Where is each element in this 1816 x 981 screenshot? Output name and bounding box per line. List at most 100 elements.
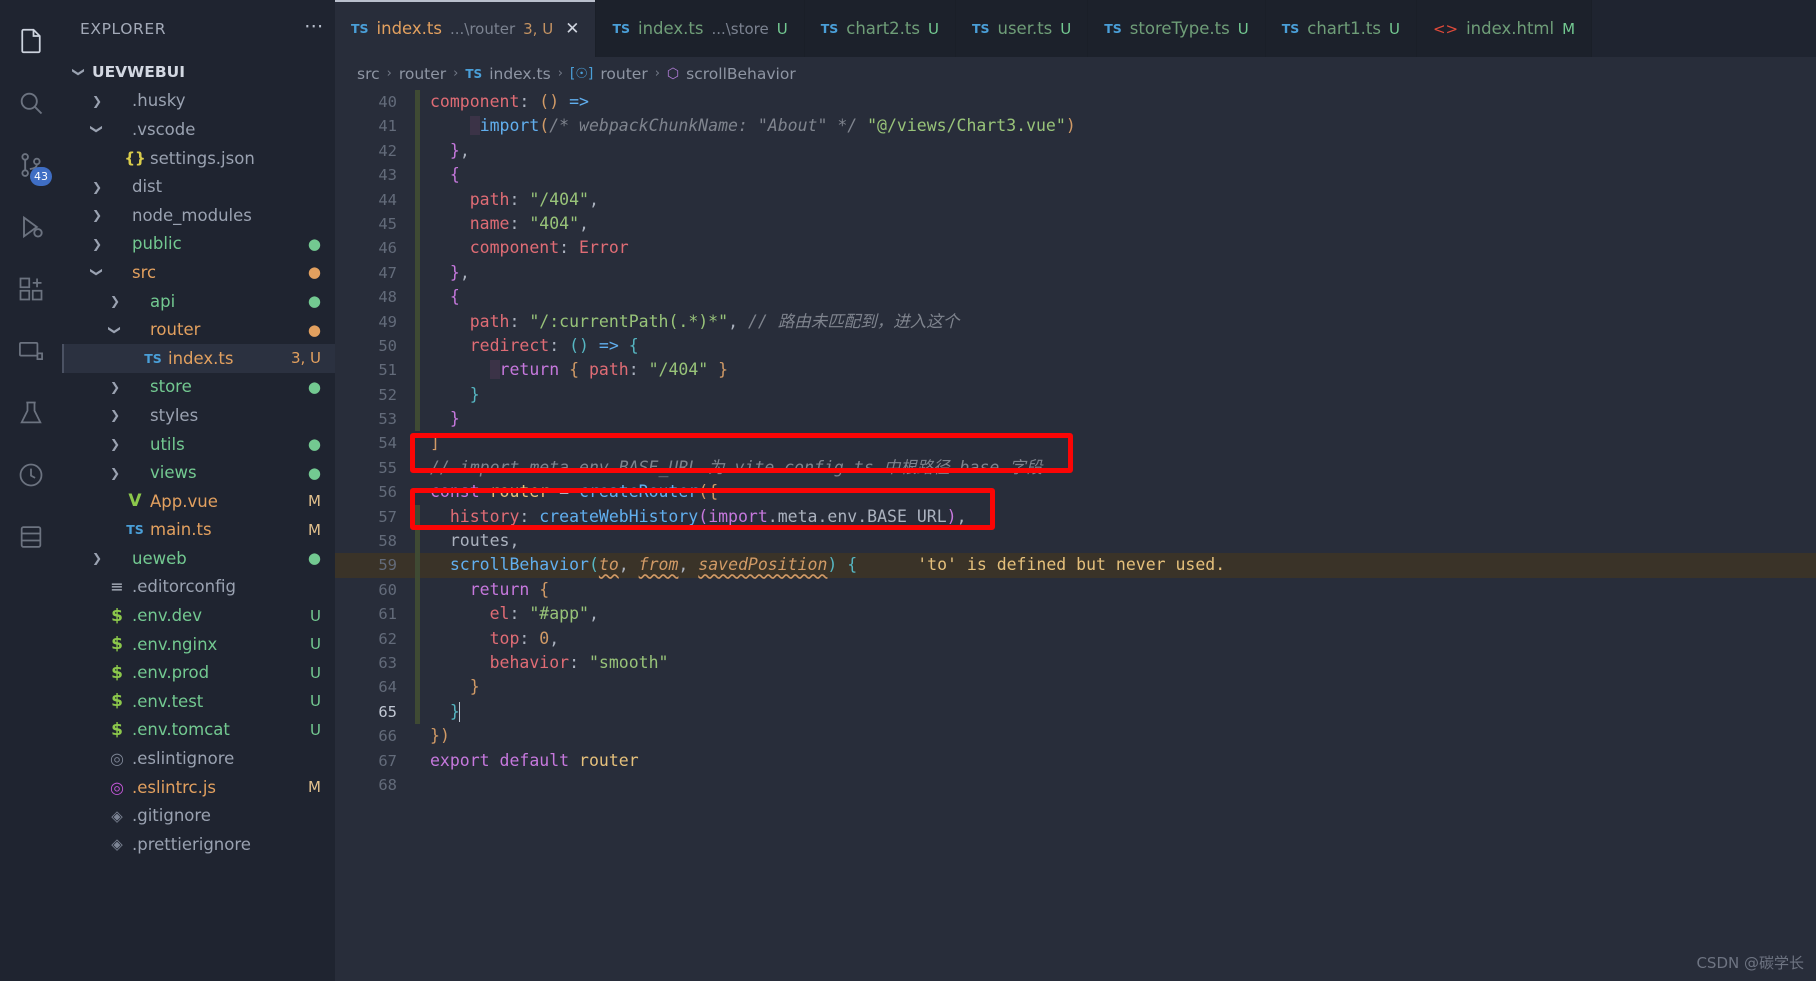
tree-item-label: public [132,234,182,254]
tree-item-label: dist [132,177,163,197]
vscode-window: 43 EXPLORER ⋯ ❯ UEVWEBUI ❯ .husky ❯ .vsc… [0,0,1816,981]
close-icon[interactable]: ✕ [565,19,579,39]
tab-filepath: ...\store [711,19,769,38]
chevron-down-icon: ❯ [108,324,122,335]
tab-status-mark: U [927,19,939,38]
tree-item-api[interactable]: ❯ api ● [62,287,335,316]
chevron-right-icon: ❯ [109,408,121,423]
tree-item-dist[interactable]: ❯ dist [62,172,335,201]
breadcrumb-item[interactable]: router [600,65,647,83]
editor-tab-index-ts-1[interactable]: TS index.ts ...\store U [596,0,805,57]
tab-filename: index.ts [376,19,442,38]
tree-item-public[interactable]: ❯ public ● [62,230,335,259]
run-and-debug-icon[interactable] [0,196,62,258]
tree-item-label: main.ts [150,520,212,540]
todo-clock-icon[interactable] [0,444,62,506]
tree-item-styles[interactable]: ❯ styles [62,401,335,430]
testing-beaker-icon[interactable] [0,382,62,444]
tree-item-env-test[interactable]: $ .env.test U [62,687,335,716]
tree-item-vscode[interactable]: ❯ .vscode [62,115,335,144]
editor-tab-index-html-6[interactable]: <> index.html M [1416,0,1593,57]
editor-tab-chart1-ts-5[interactable]: TS chart1.ts U [1265,0,1417,57]
tree-item-prettierignore[interactable]: ◈ .prettierignore [62,830,335,859]
tree-item-env-prod[interactable]: $ .env.prod U [62,658,335,687]
tab-status-mark: U [776,19,788,38]
chevron-right-icon: ❯ [91,179,103,194]
tree-item-label: .env.tomcat [132,720,230,740]
tab-status-mark: 3, U [523,19,554,38]
tree-item-label: src [132,262,157,282]
tree-item-badge: 3, U [290,349,321,368]
explorer-icon[interactable] [0,10,62,72]
tab-status-mark: U [1237,19,1249,38]
tree-item-badge: ● [307,435,321,454]
tree-item-router[interactable]: ❯ router ● [62,315,335,344]
tree-item-label: utils [150,434,185,454]
tree-item-label: .eslintrc.js [132,777,217,797]
file-icon: ◈ [111,806,123,825]
tree-item-husky[interactable]: ❯ .husky [62,87,335,116]
tree-item-badge: ● [307,463,321,482]
env-file-icon: $ [111,605,123,626]
breadcrumb-item[interactable]: scrollBehavior [686,65,796,83]
file-tree: ❯ UEVWEBUI ❯ .husky ❯ .vscode{} settings.json ❯… [62,58,335,981]
tree-root-label: UEVWEBUI [92,63,186,82]
typescript-file-icon: TS [612,21,630,36]
tree-item-index-ts[interactable]: TS index.ts 3, U [62,343,335,373]
breadcrumb-item[interactable]: router [399,65,446,83]
explorer-header: EXPLORER ⋯ [62,0,335,58]
chevron-down-icon: ❯ [72,67,86,78]
breadcrumb-item[interactable]: src [357,65,380,83]
tree-item-app-vue[interactable]: V App.vue M [62,487,335,516]
tree-item-badge: U [310,635,321,654]
highlight-box-comment [410,433,1073,473]
tree-item-badge: U [310,606,321,625]
breadcrumb-item[interactable]: index.ts [489,65,551,83]
tab-filename: index.ts [637,19,704,38]
editor-tab-user-ts-3[interactable]: TS user.ts U [955,0,1089,57]
tree-item-views[interactable]: ❯ views ● [62,458,335,487]
file-icon: ≡ [110,577,124,597]
tree-item-store[interactable]: ❯ store ● [62,373,335,402]
method-symbol-icon: ⬡ [666,65,680,82]
tree-item-badge: ● [307,234,321,253]
source-control-icon[interactable]: 43 [0,134,62,196]
editor-tab-storetype-ts-4[interactable]: TS storeType.ts U [1088,0,1266,57]
typescript-file-icon: TS [1281,21,1300,36]
typescript-file-icon: TS [465,66,483,81]
tree-item-label: settings.json [150,148,255,168]
chevron-right-icon: ❯ [109,379,121,394]
editor-tab-chart2-ts-2[interactable]: TS chart2.ts U [804,0,956,57]
editor-tab-index-ts-0[interactable]: TS index.ts ...\router 3, U ✕ [335,0,597,57]
explorer-more-actions-icon[interactable]: ⋯ [299,17,329,38]
tree-item-gitignore[interactable]: ◈ .gitignore [62,801,335,830]
tree-item-editorconfig[interactable]: ≡ .editorconfig [62,573,335,602]
tree-item-label: .vscode [132,119,196,139]
tree-item-eslintignore[interactable]: ◎ .eslintignore [62,744,335,773]
tree-item-src[interactable]: ❯ src ● [62,258,335,287]
tab-filename: storeType.ts [1129,19,1230,38]
database-icon[interactable] [0,506,62,568]
tree-item-utils[interactable]: ❯ utils ● [62,430,335,459]
tree-root-uevwebui[interactable]: ❯ UEVWEBUI [62,58,335,87]
breadcrumb-separator: › [557,66,563,81]
tree-item-env-nginx[interactable]: $ .env.nginx U [62,630,335,659]
tab-filename: user.ts [997,19,1053,38]
tree-item-env-dev[interactable]: $ .env.dev U [62,601,335,630]
tree-item-eslintrc-js[interactable]: ◎ .eslintrc.js M [62,773,335,802]
tree-item-main-ts[interactable]: TS main.ts M [62,516,335,545]
chevron-right-icon: ❯ [91,208,103,223]
chevron-down-icon: ❯ [90,267,104,278]
tree-item-node-modules[interactable]: ❯ node_modules [62,201,335,230]
chevron-down-icon: ❯ [90,124,104,135]
typescript-file-icon: TS [351,21,369,36]
search-icon[interactable] [0,72,62,134]
env-file-icon: $ [111,691,123,712]
code-editor[interactable]: 40 component: () => 41 import(/* webpackCh… [335,90,1816,981]
extensions-icon[interactable] [0,258,62,320]
remote-explorer-icon[interactable] [0,320,62,382]
tree-item-ueweb[interactable]: ❯ ueweb ● [62,544,335,573]
tree-item-settings-json[interactable]: {} settings.json [62,144,335,173]
tree-item-label: api [150,291,176,311]
tree-item-env-tomcat[interactable]: $ .env.tomcat U [62,716,335,745]
